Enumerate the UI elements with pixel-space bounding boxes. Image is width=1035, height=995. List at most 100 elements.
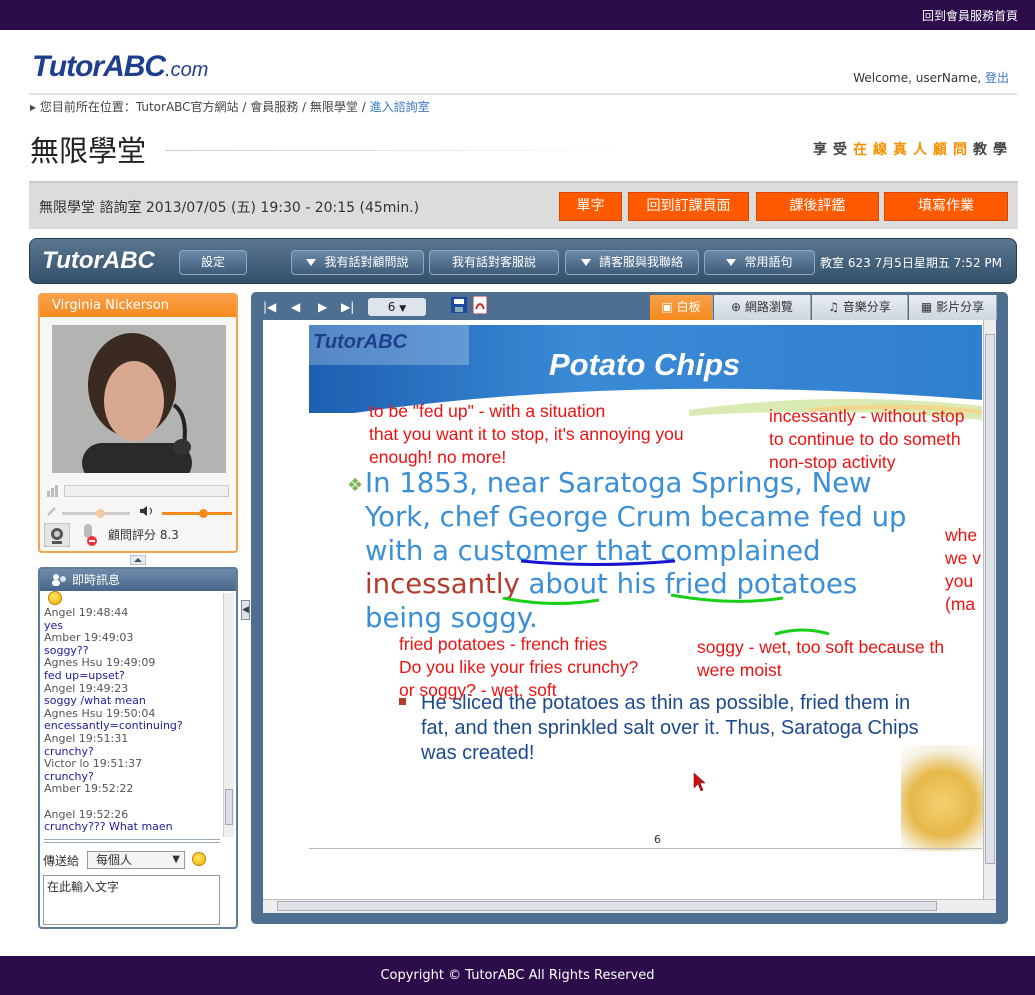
footer: Copyright © TutorABC All Rights Reserved: [0, 956, 1035, 995]
logo-main: TutorABC: [32, 50, 166, 83]
contact-service-label: 請客服與我聯絡: [598, 255, 683, 269]
contact-service-button[interactable]: 請客服與我聯絡: [565, 250, 699, 275]
breadcrumb-path[interactable]: TutorABC官方網站 / 會員服務 / 無限學堂 /: [136, 100, 370, 114]
tab-video-label: 影片分享: [936, 300, 985, 314]
chat-input[interactable]: 在此輸入文字: [43, 875, 220, 925]
camera-icon[interactable]: [44, 523, 70, 547]
welcome-text: Welcome, userName,: [853, 71, 982, 85]
annotation-soggy: soggy - wet, too soft because th were mo…: [697, 637, 945, 680]
slogan: 享受在線真人顧問教學: [813, 139, 1013, 159]
chat-message: [44, 796, 220, 809]
consultant-video-panel: Virginia Nickerson 顧問評分 8.3: [38, 293, 238, 553]
breadcrumb-current[interactable]: 進入諮詢室: [370, 100, 430, 114]
chat-message: soggy /what mean: [44, 694, 146, 708]
tutorabc-logo[interactable]: TutorABC.com: [32, 50, 208, 84]
logo-suffix: .com: [165, 59, 209, 81]
page-select[interactable]: 6 ▼: [368, 298, 426, 316]
first-page-icon[interactable]: |◀: [263, 300, 276, 314]
dropdown-icon: [726, 259, 737, 266]
tab-whiteboard[interactable]: ▣ 白板: [650, 295, 713, 320]
tab-web-label: 網路瀏覽: [744, 300, 793, 314]
session-info: 無限學堂 諮詢室 2013/07/05 (五) 19:30 - 20:15 (4…: [39, 200, 420, 216]
whiteboard-toolbar: |◀ ◀ ▶ ▶| 6 ▼ ▣ 白板 ⊕ 網路瀏覽 ♫ 音樂分享 ▦ 影片分享: [251, 292, 1008, 320]
chat-title: 即時訊息: [40, 569, 236, 591]
prev-page-icon[interactable]: ◀: [291, 300, 300, 314]
instant-message-panel: 即時訊息 Angel 19:48:44 yes Amber 19:49:03 sog…: [38, 567, 238, 929]
canvas-vertical-scrollbar[interactable]: [983, 320, 996, 900]
evaluation-button[interactable]: 課後評鑑: [756, 192, 879, 221]
whiteboard-tab-icon: ▣: [661, 300, 677, 314]
chat-scrollbar[interactable]: [223, 593, 234, 837]
rating-value: 8.3: [159, 528, 179, 542]
whiteboard-canvas[interactable]: TutorABC Potato Chips ❖ In 1853, near Sa…: [263, 320, 996, 913]
header-divider: [29, 93, 1017, 95]
chat-sender: Angel 19:51:31: [44, 731, 129, 745]
chat-entry: Angel 19:49:23 soggy /what mean: [44, 682, 220, 708]
tab-web-browse[interactable]: ⊕ 網路瀏覽: [714, 295, 811, 320]
speaker-icon[interactable]: [139, 505, 155, 517]
last-page-icon[interactable]: ▶|: [341, 300, 354, 314]
whiteboard-panel: |◀ ◀ ▶ ▶| 6 ▼ ▣ 白板 ⊕ 網路瀏覽 ♫ 音樂分享 ▦ 影片分享 …: [251, 292, 1008, 924]
common-phrases-button[interactable]: 常用語句: [704, 250, 815, 275]
vocabulary-button[interactable]: 單字: [559, 192, 622, 221]
chat-entry: Angel 19:48:44 yes: [44, 606, 220, 632]
speaker-volume-knob[interactable]: [199, 509, 208, 518]
consultant-rating: 顧問評分 8.3: [108, 526, 179, 543]
annotation-incessantly: incessantly - without stop to continue t…: [769, 406, 965, 472]
chat-sender: Amber 19:52:22: [44, 782, 134, 796]
consultant-name: Virginia Nickerson: [40, 295, 236, 317]
slogan-c: 教學: [973, 142, 1013, 158]
music-icon: ♫: [828, 300, 843, 314]
audio-level-meter: [64, 485, 229, 497]
slogan-highlight: 在線真人顧問: [853, 142, 973, 158]
back-to-booking-button[interactable]: 回到訂課頁面: [628, 192, 749, 221]
speaker-volume-slider[interactable]: [162, 512, 232, 515]
tab-music-share[interactable]: ♫ 音樂分享: [812, 295, 908, 320]
ask-consultant-label: 我有話對顧問說: [324, 255, 409, 269]
chat-message: fed up=upset?: [44, 668, 125, 682]
ask-service-button[interactable]: 我有話對客服說: [429, 250, 559, 275]
settings-button[interactable]: 設定: [179, 250, 247, 275]
chat-sender: Victor lo 19:51:37: [44, 757, 143, 771]
breadcrumb: ▸ 您目前所在位置：TutorABC官方網站 / 會員服務 / 無限學堂 / 進…: [30, 98, 430, 115]
chat-sender: Amber 19:49:03: [44, 631, 134, 645]
chat-scroll-thumb[interactable]: [225, 789, 233, 825]
homework-button[interactable]: 填寫作業: [884, 192, 1008, 221]
chat-entry: Angel 19:51:31 crunchy?: [44, 731, 220, 758]
rating-label: 顧問評分: [108, 528, 157, 542]
mouse-cursor-icon: [693, 772, 706, 792]
chat-entry: Amber 19:49:03 soggy??: [44, 632, 220, 657]
page-value: 6: [387, 300, 396, 314]
consultant-portrait: [52, 325, 226, 473]
mic-muted-icon[interactable]: [78, 523, 100, 547]
breadcrumb-prefix: ▸ 您目前所在位置：: [30, 100, 136, 114]
chevron-down-icon: ▼: [399, 304, 407, 314]
chat-log: Angel 19:48:44 yes Amber 19:49:03 soggy?? …: [44, 593, 220, 833]
send-to-label: 傳送給: [43, 854, 80, 868]
tab-music-label: 音樂分享: [842, 300, 891, 314]
tab-whiteboard-label: 白板: [676, 300, 701, 314]
pdf-icon[interactable]: [473, 296, 487, 314]
chat-sender: Angel 19:48:44: [44, 606, 129, 619]
chat-entry: Angel 19:52:26 crunchy??? What maen: [44, 808, 220, 834]
send-to-select[interactable]: 每個人 ▼: [87, 851, 185, 869]
dropdown-icon: [580, 259, 591, 266]
next-page-icon[interactable]: ▶: [318, 300, 327, 314]
chevron-down-icon: ▼: [172, 854, 180, 865]
mic-volume-knob[interactable]: [96, 509, 105, 518]
emoticon-button[interactable]: [192, 852, 206, 866]
chat-resize-handle[interactable]: [44, 839, 220, 843]
session-info-bar: 無限學堂 諮詢室 2013/07/05 (五) 19:30 - 20:15 (4…: [29, 181, 1018, 229]
ask-consultant-button[interactable]: 我有話對顧問說: [291, 250, 424, 275]
canvas-horizontal-scrollbar[interactable]: [263, 899, 996, 913]
horizontal-scroll-thumb[interactable]: [277, 901, 937, 911]
logout-link[interactable]: 登出: [985, 71, 1009, 85]
tab-video-share[interactable]: ▦ 影片分享: [909, 295, 997, 320]
member-home-link[interactable]: 回到會員服務首頁: [922, 7, 1018, 24]
vertical-scroll-thumb[interactable]: [985, 334, 995, 864]
chat-entry: Amber 19:52:22: [44, 783, 220, 808]
save-icon[interactable]: [451, 297, 467, 313]
collapse-up-icon[interactable]: [130, 555, 146, 565]
collapse-left-icon[interactable]: ◀: [241, 600, 250, 620]
consultant-video: [52, 325, 226, 473]
